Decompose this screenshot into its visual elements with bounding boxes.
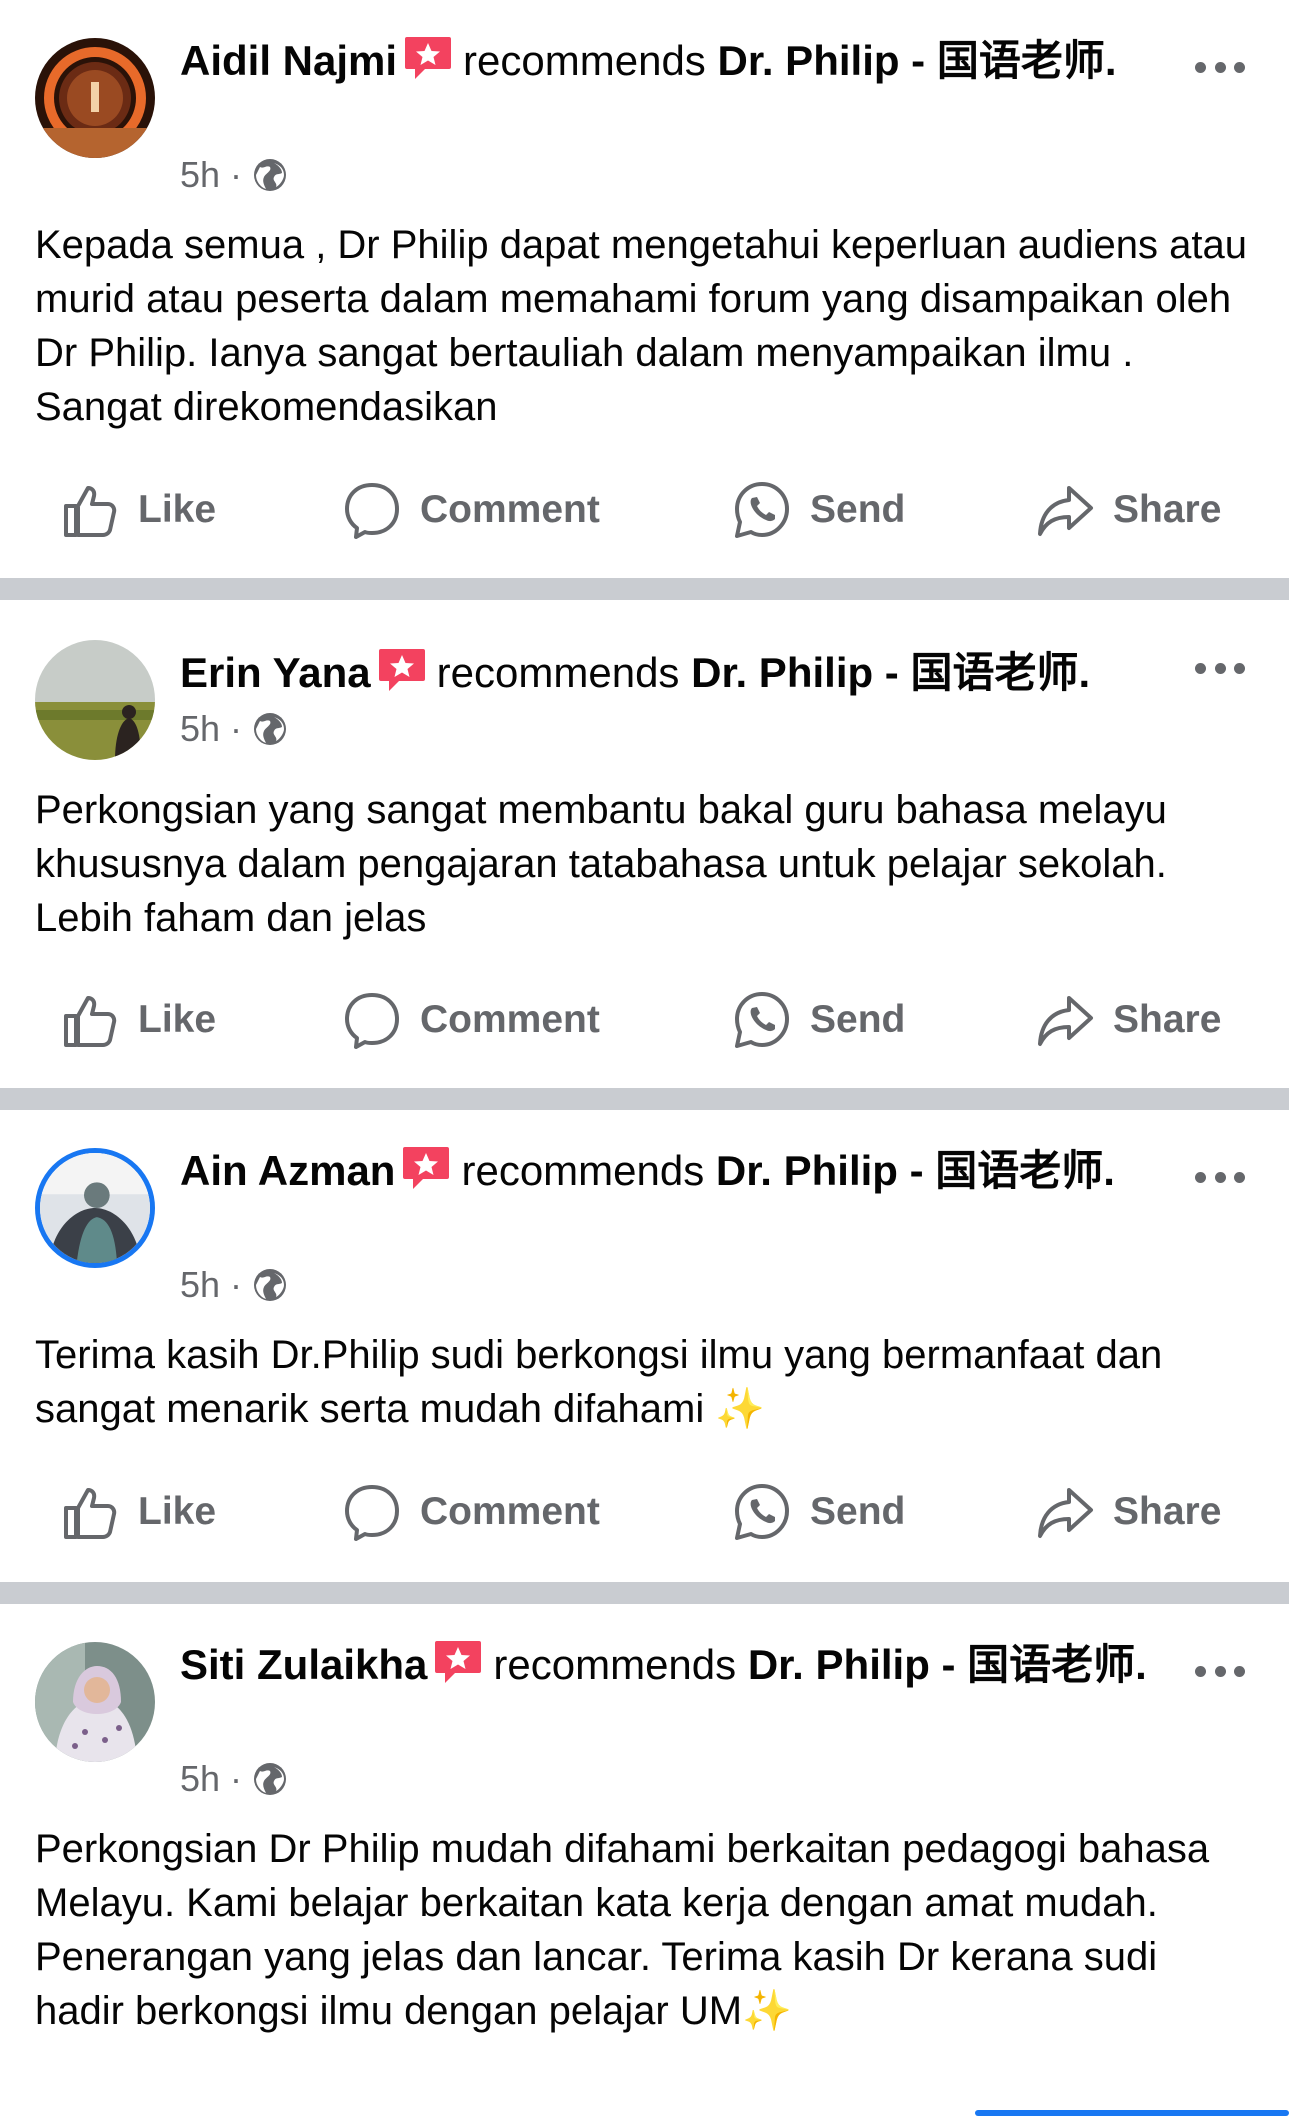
post-meta: 5h ·	[180, 1758, 288, 1800]
like-button[interactable]: Like	[60, 990, 216, 1050]
post-header: Ain Azman recommends Dr. Philip - 国语老师.	[180, 1140, 1150, 1201]
more-options-icon[interactable]	[1195, 57, 1245, 77]
action-bar: Like Comment Send Share	[0, 990, 1289, 1070]
share-icon	[1038, 996, 1093, 1046]
recommend-icon	[435, 1641, 482, 1683]
comment-icon	[345, 993, 399, 1049]
share-label: Share	[1113, 488, 1222, 531]
like-icon	[64, 996, 117, 1047]
like-label: Like	[138, 998, 217, 1041]
post-header: Siti Zulaikha recommends Dr. Philip - 国语老…	[180, 1634, 1150, 1695]
post-header: Aidil Najmi recommends Dr. Philip - 国语老师.	[180, 30, 1150, 91]
recommend-icon	[378, 649, 425, 691]
avatar[interactable]	[35, 640, 155, 760]
comment-label: Comment	[420, 1490, 600, 1533]
more-options-icon[interactable]	[1195, 1167, 1245, 1187]
more-options-icon[interactable]	[1195, 658, 1245, 678]
post-meta: 5h ·	[180, 1264, 288, 1306]
comment-icon	[345, 483, 399, 539]
scroll-indicator	[975, 2110, 1289, 2116]
like-icon	[64, 1488, 117, 1539]
recommends-text: recommends	[493, 1641, 737, 1688]
avatar[interactable]	[35, 1148, 155, 1268]
page-link[interactable]: Dr. Philip - 国语老师.	[748, 1641, 1147, 1688]
timestamp[interactable]: 5h	[180, 1758, 220, 1800]
comment-label: Comment	[420, 998, 600, 1041]
post-meta: 5h ·	[180, 708, 288, 750]
meta-separator: ·	[230, 1758, 243, 1799]
meta-separator: ·	[230, 154, 243, 195]
send-button[interactable]: Send	[732, 990, 905, 1050]
recommend-icon	[405, 37, 452, 79]
share-button[interactable]: Share	[1035, 990, 1221, 1050]
post-text: Perkongsian Dr Philip mudah difahami ber…	[35, 1827, 1210, 2033]
timestamp[interactable]: 5h	[180, 708, 220, 750]
send-label: Send	[810, 998, 906, 1041]
comment-icon	[345, 1485, 399, 1541]
author-name[interactable]: Aidil Najmi	[180, 37, 397, 84]
like-button[interactable]: Like	[60, 480, 216, 540]
recommends-text: recommends	[436, 649, 680, 696]
post-card: Aidil Najmi recommends Dr. Philip - 国语老师.…	[0, 0, 1289, 578]
post-divider	[0, 578, 1289, 600]
like-label: Like	[138, 488, 217, 531]
share-label: Share	[1113, 998, 1222, 1041]
recommends-text: recommends	[461, 1147, 705, 1194]
recommendations-feed: Aidil Najmi recommends Dr. Philip - 国语老师.…	[0, 0, 1289, 2123]
recommend-icon	[403, 1147, 450, 1189]
more-options-icon[interactable]	[1195, 1661, 1245, 1681]
author-name[interactable]: Ain Azman	[180, 1147, 395, 1194]
avatar[interactable]	[35, 38, 155, 158]
like-button[interactable]: Like	[60, 1482, 216, 1542]
page-link[interactable]: Dr. Philip - 国语老师.	[691, 649, 1090, 696]
post-card: Ain Azman recommends Dr. Philip - 国语老师. 5…	[0, 1110, 1289, 1582]
avatar[interactable]	[35, 1642, 155, 1762]
share-button[interactable]: Share	[1035, 480, 1221, 540]
page-link[interactable]: Dr. Philip - 国语老师.	[716, 1147, 1115, 1194]
whatsapp-icon	[735, 482, 789, 538]
post-card: Erin Yana recommends Dr. Philip - 国语老师. 5…	[0, 600, 1289, 1088]
post-meta: 5h ·	[180, 154, 288, 196]
author-name[interactable]: Erin Yana	[180, 649, 371, 696]
whatsapp-icon	[735, 1484, 789, 1540]
comment-label: Comment	[420, 488, 600, 531]
globe-icon	[254, 159, 287, 191]
post-card: Siti Zulaikha recommends Dr. Philip - 国语老…	[0, 1604, 1289, 2123]
share-icon	[1038, 486, 1093, 536]
send-label: Send	[810, 1490, 906, 1533]
share-label: Share	[1113, 1490, 1222, 1533]
post-text: Terima kasih Dr.Philip sudi berkongsi il…	[35, 1333, 1163, 1431]
send-button[interactable]: Send	[732, 1482, 905, 1542]
comment-button[interactable]: Comment	[342, 990, 600, 1050]
whatsapp-icon	[735, 992, 789, 1048]
meta-separator: ·	[230, 708, 243, 749]
comment-button[interactable]: Comment	[342, 480, 600, 540]
page-link[interactable]: Dr. Philip - 国语老师.	[717, 37, 1116, 84]
action-bar: Like Comment Send Share	[0, 1482, 1289, 1562]
action-bar: Like Comment Send Share	[0, 480, 1289, 560]
globe-icon	[254, 713, 287, 745]
meta-separator: ·	[230, 1264, 243, 1305]
recommends-text: recommends	[463, 37, 706, 84]
comment-button[interactable]: Comment	[342, 1482, 600, 1542]
author-name[interactable]: Siti Zulaikha	[180, 1641, 427, 1688]
post-divider	[0, 1582, 1289, 1604]
post-divider	[0, 1088, 1289, 1110]
send-label: Send	[810, 488, 906, 531]
globe-icon	[254, 1269, 287, 1301]
post-text: Kepada semua , Dr Philip dapat mengetahu…	[35, 223, 1247, 429]
share-icon	[1038, 1488, 1093, 1538]
post-header: Erin Yana recommends Dr. Philip - 国语老师.	[180, 642, 1220, 703]
timestamp[interactable]: 5h	[180, 1264, 220, 1306]
like-icon	[64, 486, 117, 537]
share-button[interactable]: Share	[1035, 1482, 1221, 1542]
post-text: Perkongsian yang sangat membantu bakal g…	[35, 788, 1167, 940]
send-button[interactable]: Send	[732, 480, 905, 540]
like-label: Like	[138, 1490, 217, 1533]
globe-icon	[254, 1763, 287, 1795]
timestamp[interactable]: 5h	[180, 154, 220, 196]
